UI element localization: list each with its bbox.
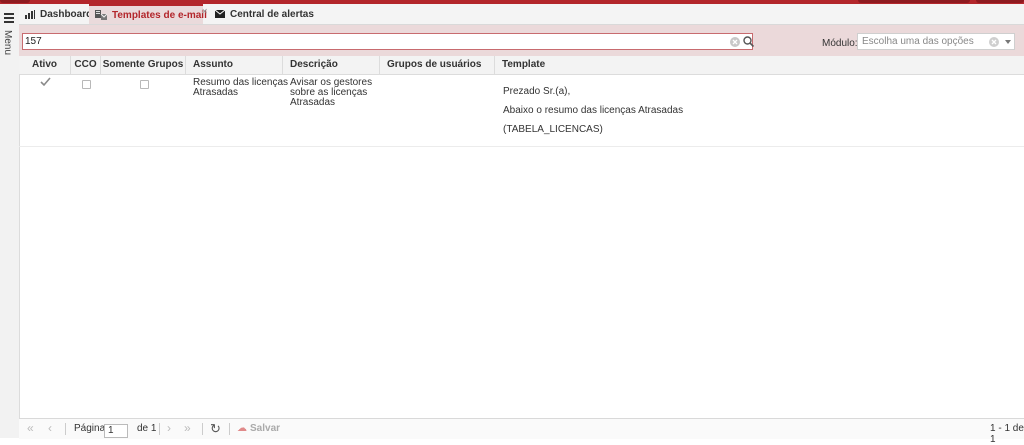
search-icon[interactable] bbox=[743, 36, 755, 50]
table-row[interactable]: Resumo das licenças Atrasadas Avisar os … bbox=[19, 75, 1024, 147]
tab-templates-email[interactable]: Templates de e-mail ✕ bbox=[89, 4, 208, 24]
module-placeholder: Escolha uma das opções bbox=[862, 36, 974, 47]
column-header-somente-grupos[interactable]: Somente Grupos bbox=[101, 56, 186, 74]
cell-template: Prezado Sr.(a), Abaixo o resumo das lice… bbox=[503, 87, 683, 135]
cloud-upload-icon[interactable]: ☁ bbox=[237, 423, 247, 434]
search-input[interactable] bbox=[25, 35, 715, 48]
template-line: Abaixo o resumo das licenças Atrasadas bbox=[503, 105, 684, 116]
filter-bar: Módulo: Escolha uma das opções bbox=[19, 25, 1024, 56]
next-page-icon[interactable]: › bbox=[167, 421, 171, 435]
tab-dashboard[interactable]: Dashboard bbox=[19, 4, 93, 24]
chevron-down-icon[interactable] bbox=[1005, 40, 1011, 44]
tab-label: Dashboard bbox=[40, 8, 93, 20]
sidebar-menu-label[interactable]: Menu bbox=[2, 30, 13, 55]
hamburger-menu-icon[interactable] bbox=[4, 13, 14, 25]
cell-assunto: Resumo das licenças Atrasadas bbox=[193, 78, 288, 98]
prev-page-icon[interactable]: ‹ bbox=[48, 421, 52, 435]
column-header-grupos-usuarios[interactable]: Grupos de usuários bbox=[380, 56, 495, 74]
pagination-bar: « ‹ Página 1 de 1 › » ↻ ☁ Salvar 1 - 1 d… bbox=[19, 418, 1024, 445]
column-header-template[interactable]: Template bbox=[495, 56, 1024, 74]
ativo-checked-icon[interactable] bbox=[40, 77, 51, 90]
tab-label: Central de alertas bbox=[230, 8, 314, 20]
page-label: Página bbox=[74, 423, 106, 434]
tab-strip: Dashboard Templates de e-mail ✕ Central … bbox=[19, 4, 1024, 25]
cco-checkbox[interactable] bbox=[82, 80, 91, 89]
last-page-icon[interactable]: » bbox=[184, 421, 191, 435]
refresh-icon[interactable]: ↻ bbox=[210, 421, 221, 437]
tab-label: Templates de e-mail bbox=[112, 9, 207, 21]
email-template-icon bbox=[95, 10, 107, 20]
page-number-input[interactable]: 1 bbox=[104, 424, 128, 438]
clear-search-icon[interactable] bbox=[730, 37, 740, 50]
column-header-ativo[interactable]: Ativo bbox=[19, 56, 71, 74]
close-tab-icon[interactable]: ✕ bbox=[201, 7, 208, 16]
template-line: Prezado Sr.(a), bbox=[503, 86, 571, 97]
column-header-descricao[interactable]: Descrição bbox=[283, 56, 380, 74]
collapsed-sidebar[interactable]: Menu bbox=[0, 4, 20, 438]
page-count-label: de 1 bbox=[137, 423, 157, 434]
cell-descricao: Avisar os gestores sobre as licenças Atr… bbox=[290, 78, 372, 108]
search-box[interactable] bbox=[22, 33, 755, 50]
table-header: Ativo CCO Somente Grupos Assunto Descriç… bbox=[19, 56, 1024, 75]
bar-chart-icon bbox=[25, 9, 35, 19]
save-button[interactable]: Salvar bbox=[250, 423, 280, 434]
assunto-line: Atrasadas bbox=[193, 87, 239, 98]
somente-grupos-checkbox[interactable] bbox=[140, 80, 149, 89]
module-select[interactable]: Escolha uma das opções bbox=[857, 33, 1015, 50]
template-line: (TABELA_LICENCAS) bbox=[503, 124, 603, 135]
tab-central-alertas[interactable]: Central de alertas bbox=[209, 4, 319, 24]
records-range: 1 - 1 de 1 bbox=[990, 423, 1024, 445]
descricao-line: Atrasadas bbox=[290, 97, 336, 108]
module-label: Módulo: bbox=[822, 38, 858, 49]
clear-module-icon[interactable] bbox=[989, 37, 999, 50]
first-page-icon[interactable]: « bbox=[27, 421, 34, 435]
column-header-assunto[interactable]: Assunto bbox=[186, 56, 283, 74]
column-header-cco[interactable]: CCO bbox=[71, 56, 101, 74]
envelope-icon bbox=[215, 10, 225, 18]
